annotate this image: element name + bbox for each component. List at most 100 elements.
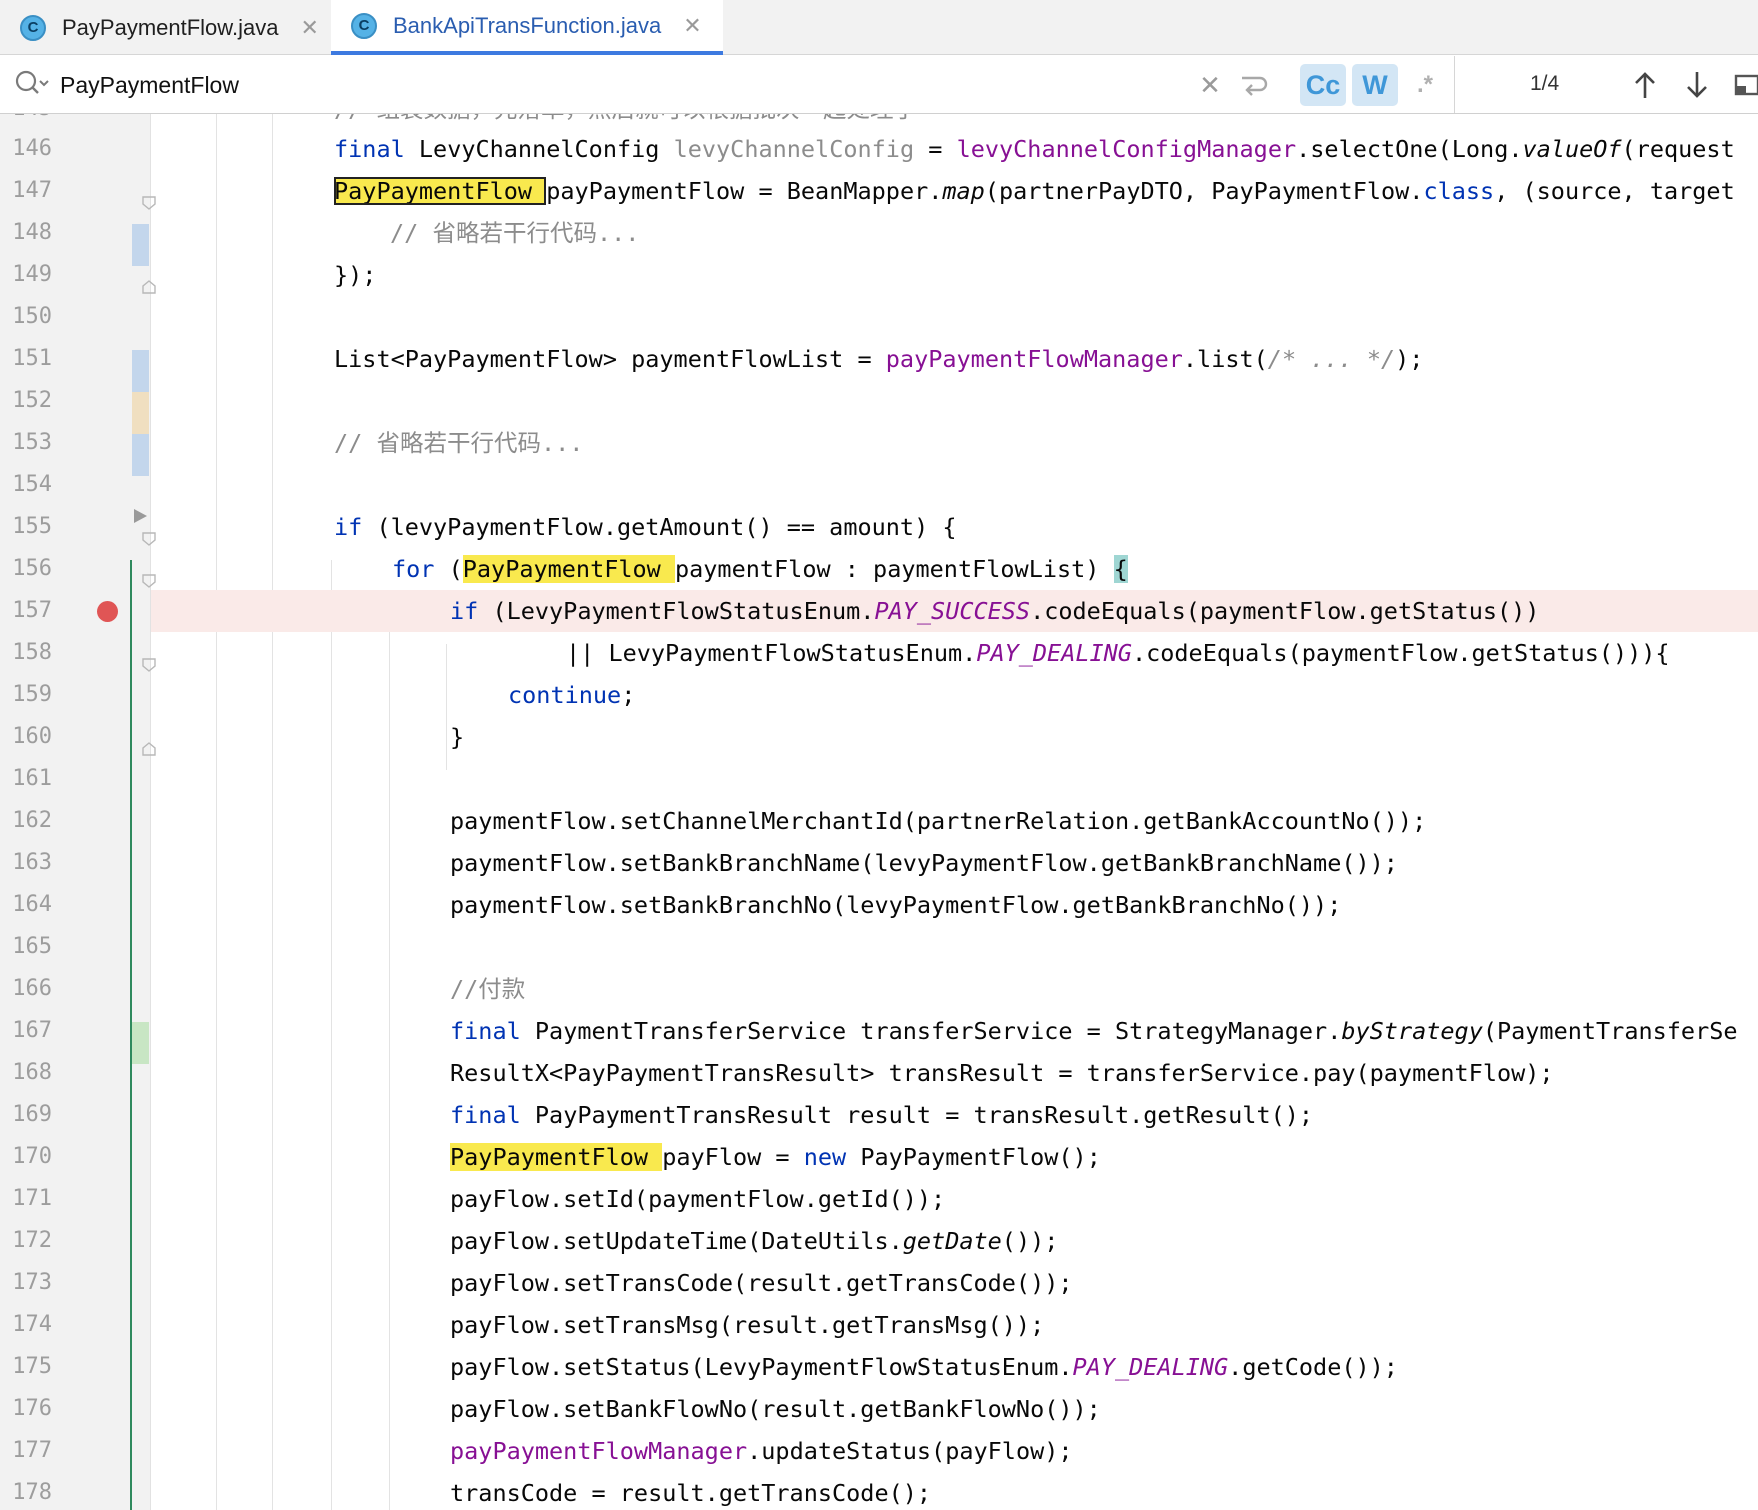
code-line[interactable]: 174 payFlow.setTransMsg(result.getTransM… bbox=[0, 1304, 1758, 1346]
code-line[interactable]: 148 // 省略若干行代码... bbox=[0, 212, 1758, 254]
line-number: 171 bbox=[12, 1186, 52, 1211]
line-number: 150 bbox=[12, 304, 52, 329]
line-number: 175 bbox=[12, 1354, 52, 1379]
code-line[interactable]: 169 final PayPaymentTransResult result =… bbox=[0, 1094, 1758, 1136]
code-line[interactable]: 152 bbox=[0, 380, 1758, 422]
code-line[interactable]: 164 paymentFlow.setBankBranchNo(levyPaym… bbox=[0, 884, 1758, 926]
code-text: || LevyPaymentFlowStatusEnum.PAY_DEALING… bbox=[566, 639, 1670, 667]
next-occurrence-icon[interactable] bbox=[1682, 67, 1712, 103]
code-text: PayPaymentFlow payFlow = new PayPaymentF… bbox=[450, 1143, 1101, 1171]
tab-bankapitransfunction-java[interactable]: C BankApiTransFunction.java ✕ bbox=[331, 0, 723, 55]
code-line[interactable]: 167 final PaymentTransferService transfe… bbox=[0, 1010, 1758, 1052]
code-line[interactable]: 170 PayPaymentFlow payFlow = new PayPaym… bbox=[0, 1136, 1758, 1178]
line-number: 161 bbox=[12, 766, 52, 791]
code-line[interactable]: 147 PayPaymentFlow payPaymentFlow = Bean… bbox=[0, 170, 1758, 212]
comment: //付款 bbox=[450, 975, 526, 1003]
code-text: paymentFlow.setBankBranchName(levyPaymen… bbox=[450, 849, 1398, 877]
code-line[interactable]: 162 paymentFlow.setChannelMerchantId(par… bbox=[0, 800, 1758, 842]
match-case-toggle[interactable]: Cc bbox=[1300, 64, 1346, 106]
code-line[interactable]: 149 }); bbox=[0, 254, 1758, 296]
line-number: 156 bbox=[12, 556, 52, 581]
code-line[interactable]: 173 payFlow.setTransCode(result.getTrans… bbox=[0, 1262, 1758, 1304]
code-text: payFlow.setUpdateTime(DateUtils.getDate(… bbox=[450, 1227, 1059, 1255]
line-number: 178 bbox=[12, 1480, 52, 1505]
code-text: for (PayPaymentFlow paymentFlow : paymen… bbox=[392, 555, 1128, 583]
code-line[interactable]: 175 payFlow.setStatus(LevyPaymentFlowSta… bbox=[0, 1346, 1758, 1388]
line-number: 146 bbox=[12, 136, 52, 161]
line-number: 168 bbox=[12, 1060, 52, 1085]
line-number: 165 bbox=[12, 934, 52, 959]
line-number: 153 bbox=[12, 430, 52, 455]
line-number: 147 bbox=[12, 178, 52, 203]
code-text: paymentFlow.setBankBranchNo(levyPaymentF… bbox=[450, 891, 1342, 919]
code-editor[interactable]: 145 // 组装数据，先落单，然后就可以根据批次一起处理了 146 final… bbox=[0, 114, 1758, 1510]
regex-toggle[interactable]: .* bbox=[1406, 67, 1444, 103]
java-class-icon: C bbox=[351, 12, 377, 39]
code-text: payFlow.setBankFlowNo(result.getBankFlow… bbox=[450, 1395, 1101, 1423]
line-number: 173 bbox=[12, 1270, 52, 1295]
code-text: final PayPaymentTransResult result = tra… bbox=[450, 1101, 1314, 1129]
line-number: 155 bbox=[12, 514, 52, 539]
code-text: ResultX<PayPaymentTransResult> transResu… bbox=[450, 1059, 1554, 1087]
words-toggle[interactable]: W bbox=[1352, 64, 1398, 106]
breakpoint-icon[interactable] bbox=[97, 601, 118, 622]
code-line[interactable]: 177 payPaymentFlowManager.updateStatus(p… bbox=[0, 1430, 1758, 1472]
previous-occurrence-icon[interactable] bbox=[1630, 67, 1660, 103]
code-line[interactable]: 159 continue; bbox=[0, 674, 1758, 716]
clear-search-icon[interactable]: ✕ bbox=[1198, 67, 1222, 103]
find-bar: ✕ Cc W .* 1/4 bbox=[0, 56, 1758, 114]
code-text: paymentFlow.setChannelMerchantId(partner… bbox=[450, 807, 1427, 835]
tab-label: BankApiTransFunction.java bbox=[393, 12, 662, 38]
tab-paypaymentflow-java[interactable]: C PayPaymentFlow.java ✕ bbox=[0, 0, 330, 55]
code-line[interactable]: 150 bbox=[0, 296, 1758, 338]
close-icon[interactable]: ✕ bbox=[300, 15, 318, 41]
code-line[interactable]: 171 payFlow.setId(paymentFlow.getId()); bbox=[0, 1178, 1758, 1220]
line-number: 169 bbox=[12, 1102, 52, 1127]
line-number: 157 bbox=[12, 598, 52, 623]
code-line[interactable]: 168 ResultX<PayPaymentTransResult> trans… bbox=[0, 1052, 1758, 1094]
line-number: 164 bbox=[12, 892, 52, 917]
search-match-current: PayPaymentFlow bbox=[334, 177, 547, 205]
code-line[interactable]: 146 final LevyChannelConfig levyChannelC… bbox=[0, 128, 1758, 170]
breakpoint-line[interactable]: 157 if (LevyPaymentFlowStatusEnum.PAY_SU… bbox=[0, 590, 1758, 632]
code-text: payFlow.setTransCode(result.getTransCode… bbox=[450, 1269, 1073, 1297]
code-text: // 省略若干行代码... bbox=[390, 212, 639, 254]
code-line[interactable]: 158 || LevyPaymentFlowStatusEnum.PAY_DEA… bbox=[0, 632, 1758, 674]
comment: // 省略若干行代码... bbox=[334, 429, 584, 457]
code-text: final PaymentTransferService transferSer… bbox=[450, 1017, 1738, 1045]
search-icon[interactable] bbox=[14, 69, 50, 104]
code-line[interactable]: 163 paymentFlow.setBankBranchName(levyPa… bbox=[0, 842, 1758, 884]
code-line[interactable]: 165 bbox=[0, 926, 1758, 968]
line-number: 154 bbox=[12, 472, 52, 497]
code-line[interactable]: 156 for (PayPaymentFlow paymentFlow : pa… bbox=[0, 548, 1758, 590]
code-text: final LevyChannelConfig levyChannelConfi… bbox=[334, 135, 1735, 163]
code-text: List<PayPaymentFlow> paymentFlowList = p… bbox=[334, 345, 1424, 373]
code-line[interactable]: 166 //付款 bbox=[0, 968, 1758, 1010]
divider bbox=[1454, 56, 1455, 113]
tab-label: PayPaymentFlow.java bbox=[62, 14, 279, 40]
code-text: transCode = result.getTransCode(); bbox=[450, 1479, 932, 1507]
line-number: 166 bbox=[12, 976, 52, 1001]
code-text: if (LevyPaymentFlowStatusEnum.PAY_SUCCES… bbox=[450, 597, 1540, 625]
code-line[interactable]: 176 payFlow.setBankFlowNo(result.getBank… bbox=[0, 1388, 1758, 1430]
code-line[interactable]: 161 bbox=[0, 758, 1758, 800]
code-line[interactable]: 151 List<PayPaymentFlow> paymentFlowList… bbox=[0, 338, 1758, 380]
close-icon[interactable]: ✕ bbox=[683, 13, 701, 39]
java-class-icon: C bbox=[20, 14, 46, 41]
comment: // 省略若干行代码... bbox=[390, 219, 640, 247]
code-text: if (levyPaymentFlow.getAmount() == amoun… bbox=[334, 513, 957, 541]
code-line[interactable]: 153 // 省略若干行代码... bbox=[0, 422, 1758, 464]
code-line[interactable]: 178 transCode = result.getTransCode(); bbox=[0, 1472, 1758, 1510]
code-line[interactable]: 155 if (levyPaymentFlow.getAmount() == a… bbox=[0, 506, 1758, 548]
search-input[interactable] bbox=[58, 66, 1172, 104]
code-text: payFlow.setTransMsg(result.getTransMsg()… bbox=[450, 1311, 1045, 1339]
code-text: continue; bbox=[508, 681, 636, 709]
replace-icon[interactable] bbox=[1236, 67, 1270, 103]
filter-icon[interactable] bbox=[1734, 67, 1758, 103]
code-line[interactable]: 172 payFlow.setUpdateTime(DateUtils.getD… bbox=[0, 1220, 1758, 1262]
line-number: 170 bbox=[12, 1144, 52, 1169]
code-line[interactable]: 160 } bbox=[0, 716, 1758, 758]
line-number: 151 bbox=[12, 346, 52, 371]
code-line[interactable]: 154 bbox=[0, 464, 1758, 506]
line-number: 158 bbox=[12, 640, 52, 665]
